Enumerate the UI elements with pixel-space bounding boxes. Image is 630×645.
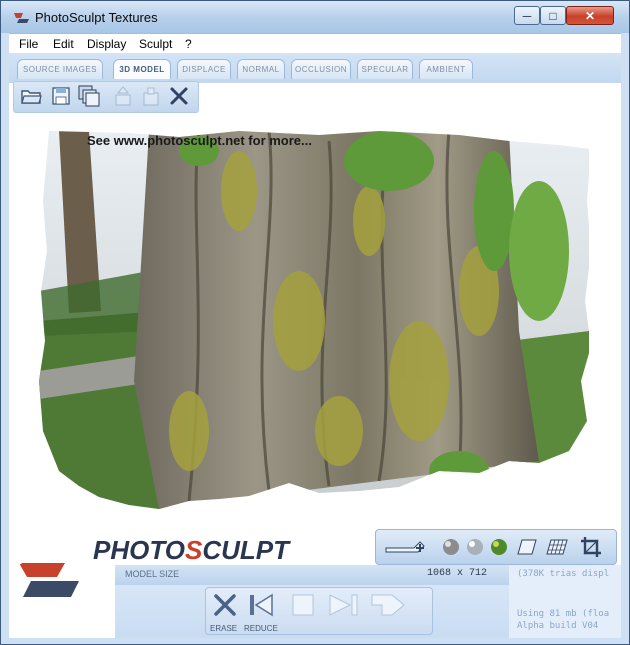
menu-bar: File Edit Display Sculpt ?: [9, 33, 621, 54]
plane-icon[interactable]: [516, 536, 538, 558]
export-arrow-icon[interactable]: [370, 592, 406, 618]
erase-label[interactable]: ERASE: [210, 624, 237, 633]
menu-file[interactable]: File: [19, 37, 38, 51]
resolution-readout: 1068 x 712: [427, 568, 488, 579]
3d-model-viewport[interactable]: [39, 131, 589, 516]
save-all-icon[interactable]: [78, 85, 100, 107]
tab-displace[interactable]: DISPLACE: [177, 59, 231, 79]
tab-3d-model[interactable]: 3D MODEL: [113, 59, 171, 79]
menu-edit[interactable]: Edit: [53, 37, 74, 51]
tab-strip: SOURCE IMAGES 3D MODEL DISPLACE NORMAL O…: [9, 53, 621, 83]
view-tools-panel: [375, 529, 617, 565]
maximize-button[interactable]: □: [540, 6, 566, 25]
close-button[interactable]: ✕: [566, 6, 614, 25]
status-label: MODEL SIZE: [125, 569, 180, 579]
grid-icon[interactable]: [546, 536, 568, 558]
menu-display[interactable]: Display: [87, 37, 126, 51]
menu-help[interactable]: ?: [185, 37, 192, 51]
tab-normal[interactable]: NORMAL: [237, 59, 285, 79]
window-title: PhotoSculpt Textures: [35, 10, 158, 25]
export-icon[interactable]: [112, 85, 134, 107]
sphere-gray-icon[interactable]: [440, 536, 462, 558]
tab-specular[interactable]: SPECULAR: [357, 59, 413, 79]
menu-sculpt[interactable]: Sculpt: [139, 37, 172, 51]
tab-ambient[interactable]: AMBIENT: [419, 59, 473, 79]
info-memory: Using 81 mb (floa: [517, 609, 610, 619]
sphere-silver-icon[interactable]: [464, 536, 486, 558]
reduce-icon[interactable]: [248, 592, 274, 618]
sculpt-toolbar: ERASE REDUCE: [205, 587, 433, 635]
close-x-icon[interactable]: [168, 85, 190, 107]
sculpt-tools-panel: ERASE REDUCE: [115, 585, 509, 638]
tab-source-images[interactable]: SOURCE IMAGES: [17, 59, 103, 79]
info-build: Alpha build V04: [517, 621, 599, 631]
app-logo-icon: [14, 13, 29, 23]
reduce-label[interactable]: REDUCE: [244, 624, 278, 633]
save-icon[interactable]: [50, 85, 72, 107]
stop-icon[interactable]: [290, 592, 316, 618]
file-toolbar: [13, 81, 199, 113]
svg-text:PHOTOSCULPT: PHOTOSCULPT: [93, 535, 291, 565]
info-panel: (378K trias displ Using 81 mb (floa Alph…: [509, 565, 621, 638]
logo-tagline: See www.photosculpt.net for more...: [87, 133, 312, 148]
minimize-button[interactable]: ─: [514, 6, 540, 25]
crop-icon[interactable]: [580, 536, 602, 558]
open-folder-icon[interactable]: [20, 85, 42, 107]
tab-occlusion[interactable]: OCCLUSION: [291, 59, 351, 79]
title-bar: PhotoSculpt Textures ─ □ ✕: [1, 1, 629, 33]
client-area: SOURCE IMAGES 3D MODEL DISPLACE NORMAL O…: [9, 53, 621, 638]
next-icon[interactable]: [328, 592, 360, 618]
app-window: PhotoSculpt Textures ─ □ ✕ File Edit Dis…: [0, 0, 630, 645]
status-bar: MODEL SIZE 1068 x 712: [115, 565, 509, 585]
import-icon[interactable]: [140, 85, 162, 107]
info-triangles: (378K trias displ: [517, 569, 610, 579]
sphere-green-icon[interactable]: [488, 536, 510, 558]
hand-tool-icon[interactable]: [384, 536, 428, 558]
erase-x-icon[interactable]: [212, 592, 238, 618]
